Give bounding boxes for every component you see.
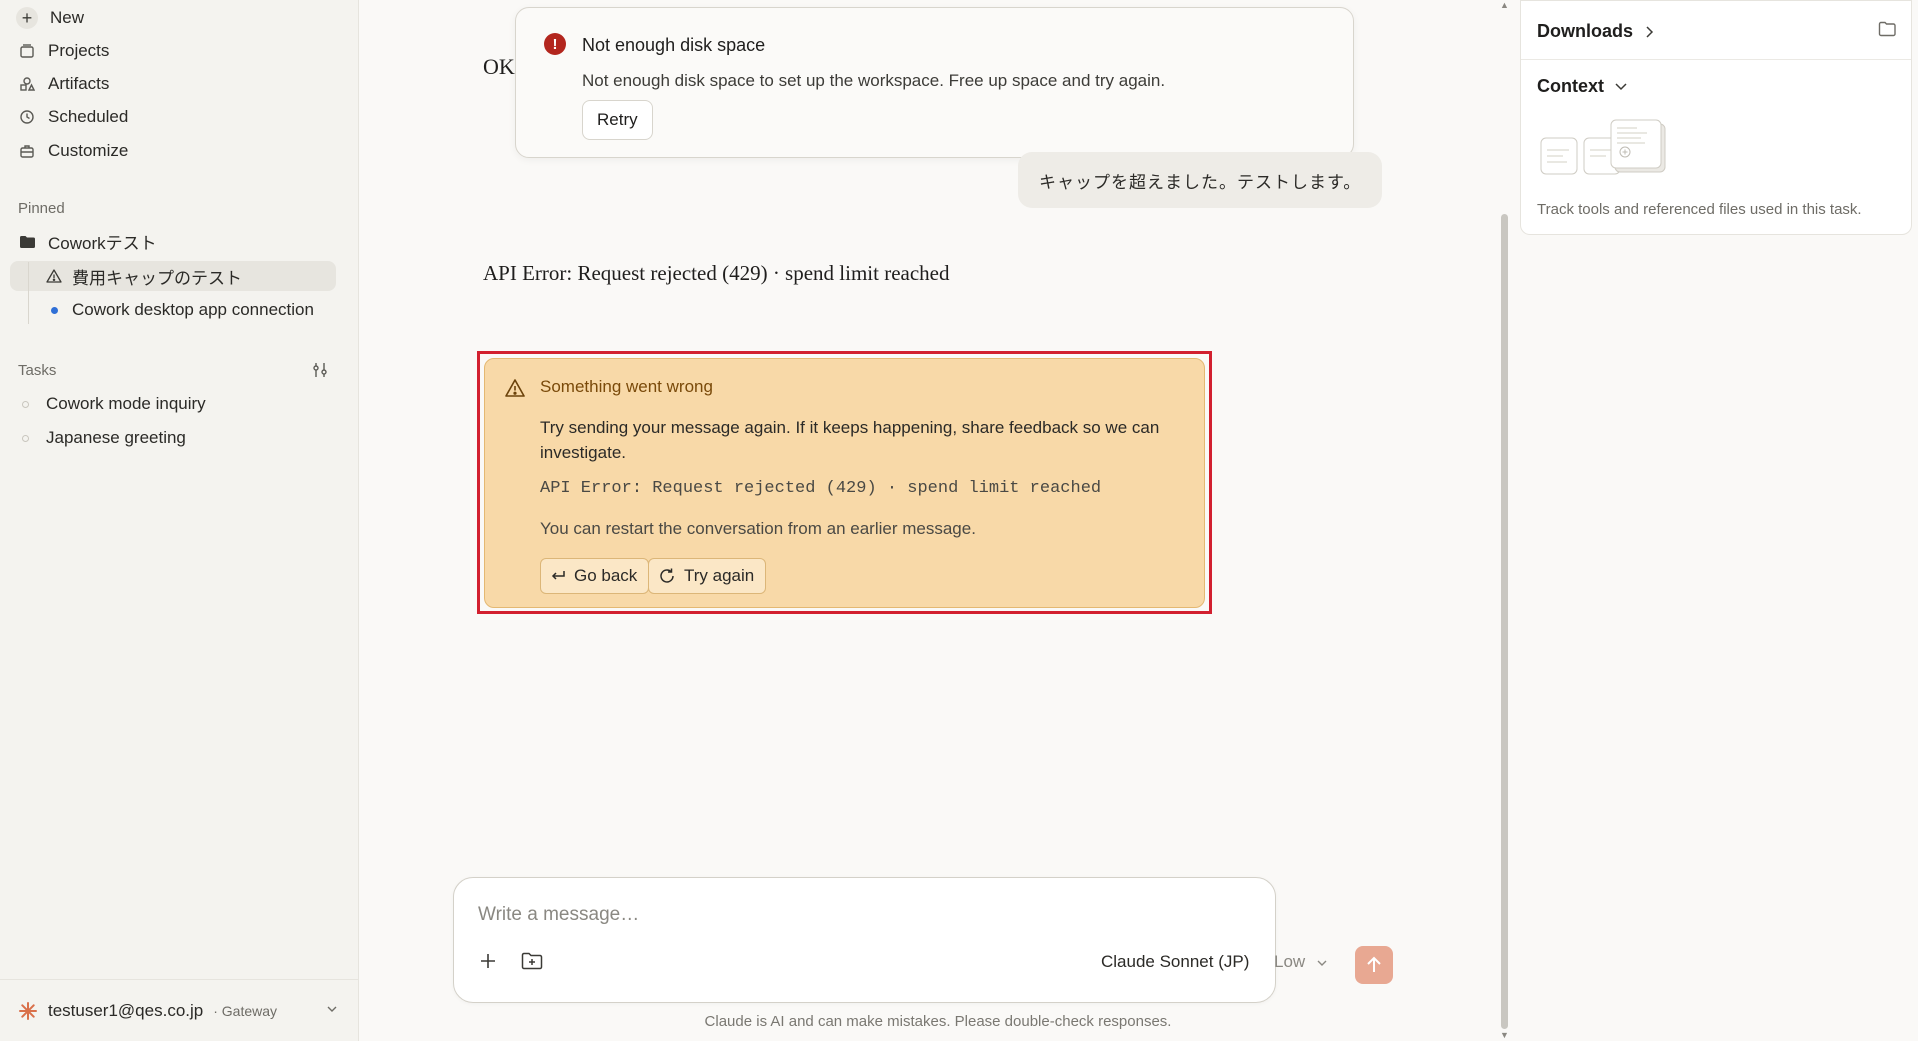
projects-icon bbox=[18, 42, 36, 60]
assistant-api-error: API Error: Request rejected (429) · spen… bbox=[483, 261, 950, 285]
side-panel: Downloads Context Track tools and refere… bbox=[1520, 0, 1912, 235]
nav-label-new: New bbox=[50, 8, 85, 27]
tree-line bbox=[28, 262, 29, 324]
scroll-up-arrow[interactable]: ▲ bbox=[1500, 0, 1509, 10]
pinned-project-label: Coworkテスト bbox=[48, 233, 157, 253]
clock-icon bbox=[18, 108, 36, 126]
error-icon: ! bbox=[544, 33, 566, 55]
sidebar-item-customize[interactable]: Customize bbox=[18, 137, 128, 165]
folder-icon[interactable] bbox=[1878, 21, 1896, 42]
pinned-project-cowork[interactable]: Coworkテスト bbox=[18, 227, 157, 255]
sidebar-item-label: Cowork desktop app connection bbox=[72, 300, 314, 319]
context-illustration-icon bbox=[1539, 116, 1669, 181]
chat-scrollbar[interactable] bbox=[1501, 214, 1508, 1029]
disclaimer: Claude is AI and can make mistakes. Plea… bbox=[704, 1013, 1172, 1030]
error-card: Something went wrong Try sending your me… bbox=[484, 358, 1205, 608]
user-gateway: · Gateway bbox=[213, 1002, 278, 1019]
context-section[interactable]: Context bbox=[1537, 76, 1628, 97]
toast-body: Not enough disk space to set up the work… bbox=[582, 71, 1166, 90]
effort-selector[interactable]: Low bbox=[1274, 952, 1305, 972]
retry-button[interactable]: Retry bbox=[582, 100, 653, 140]
warning-icon bbox=[46, 268, 62, 284]
error-card-title: Something went wrong bbox=[540, 377, 713, 396]
plus-icon: + bbox=[16, 7, 38, 29]
sidebar-item-artifacts[interactable]: Artifacts bbox=[18, 70, 109, 98]
error-card-body: Try sending your message again. If it ke… bbox=[540, 418, 1160, 462]
chevron-down-icon[interactable] bbox=[1316, 956, 1328, 974]
send-button[interactable] bbox=[1355, 946, 1393, 984]
chevron-down-icon bbox=[326, 1002, 338, 1020]
refresh-icon bbox=[657, 566, 677, 586]
new-button[interactable]: + New bbox=[16, 4, 85, 32]
account-menu[interactable]: testuser1@qes.co.jp · Gateway bbox=[0, 979, 359, 1041]
briefcase-icon bbox=[18, 142, 36, 160]
message-input[interactable] bbox=[478, 900, 1178, 930]
nav-label-scheduled: Scheduled bbox=[48, 107, 129, 126]
go-back-button[interactable]: Go back bbox=[540, 558, 650, 594]
nav-label-customize: Customize bbox=[48, 141, 129, 160]
return-arrow-icon bbox=[549, 568, 567, 584]
tasks-heading: Tasks bbox=[18, 362, 57, 379]
nav-label-projects: Projects bbox=[48, 41, 110, 60]
filter-icon[interactable] bbox=[310, 360, 330, 380]
dot-icon bbox=[46, 306, 62, 314]
task-label: Cowork mode inquiry bbox=[46, 394, 206, 413]
folder-icon bbox=[18, 232, 36, 250]
nav-label-artifacts: Artifacts bbox=[48, 74, 110, 93]
context-label: Context bbox=[1537, 76, 1604, 96]
warning-icon bbox=[504, 377, 526, 399]
assistant-message-ok: OK bbox=[483, 54, 515, 79]
go-back-label: Go back bbox=[574, 566, 638, 585]
claude-logo-icon bbox=[18, 1001, 38, 1021]
status-dot-icon bbox=[22, 400, 29, 408]
task-item-japanese-greeting[interactable]: Japanese greeting bbox=[22, 424, 186, 452]
model-selector[interactable]: Claude Sonnet (JP) bbox=[1101, 952, 1249, 972]
disk-space-toast: ! Not enough disk space Not enough disk … bbox=[515, 7, 1354, 158]
toast-title: Not enough disk space bbox=[582, 35, 766, 55]
scroll-down-arrow[interactable]: ▼ bbox=[1500, 1030, 1509, 1040]
chat-area: OK ! Not enough disk space Not enough di… bbox=[360, 0, 1516, 1041]
status-dot-icon bbox=[22, 434, 29, 442]
try-again-label: Try again bbox=[684, 566, 755, 585]
sidebar-item-scheduled[interactable]: Scheduled bbox=[18, 103, 128, 131]
user-message-bubble: キャップを超えました。テストします。 bbox=[1018, 152, 1383, 208]
plus-icon[interactable] bbox=[475, 948, 501, 974]
sidebar: + New Projects Artifacts Scheduled Custo… bbox=[0, 0, 359, 1041]
sidebar-item-desktop-connection[interactable]: Cowork desktop app connection bbox=[46, 296, 314, 324]
task-item-cowork-inquiry[interactable]: Cowork mode inquiry bbox=[22, 390, 206, 418]
chevron-down-icon bbox=[1614, 81, 1628, 93]
task-label: Japanese greeting bbox=[46, 428, 186, 447]
sidebar-item-cap-test[interactable]: 費用キャップのテスト bbox=[46, 262, 242, 290]
artifacts-icon bbox=[18, 75, 36, 93]
chevron-right-icon bbox=[1643, 25, 1655, 39]
sidebar-item-projects[interactable]: Projects bbox=[18, 37, 109, 65]
error-card-code: API Error: Request rejected (429) · spen… bbox=[540, 479, 1102, 498]
error-card-note: You can restart the conversation from an… bbox=[540, 519, 976, 538]
downloads-label: Downloads bbox=[1537, 21, 1634, 41]
divider bbox=[1521, 59, 1911, 60]
sidebar-item-label: 費用キャップのテスト bbox=[72, 268, 242, 288]
pinned-heading: Pinned bbox=[18, 200, 65, 217]
downloads-section[interactable]: Downloads bbox=[1537, 21, 1655, 42]
message-composer: Claude Sonnet (JP) Low bbox=[453, 877, 1327, 1003]
arrow-up-icon bbox=[1366, 956, 1382, 974]
context-note: Track tools and referenced files used in… bbox=[1537, 201, 1862, 218]
user-email: testuser1@qes.co.jp bbox=[48, 1000, 204, 1020]
try-again-button[interactable]: Try again bbox=[648, 558, 767, 594]
add-folder-icon[interactable] bbox=[519, 948, 545, 974]
